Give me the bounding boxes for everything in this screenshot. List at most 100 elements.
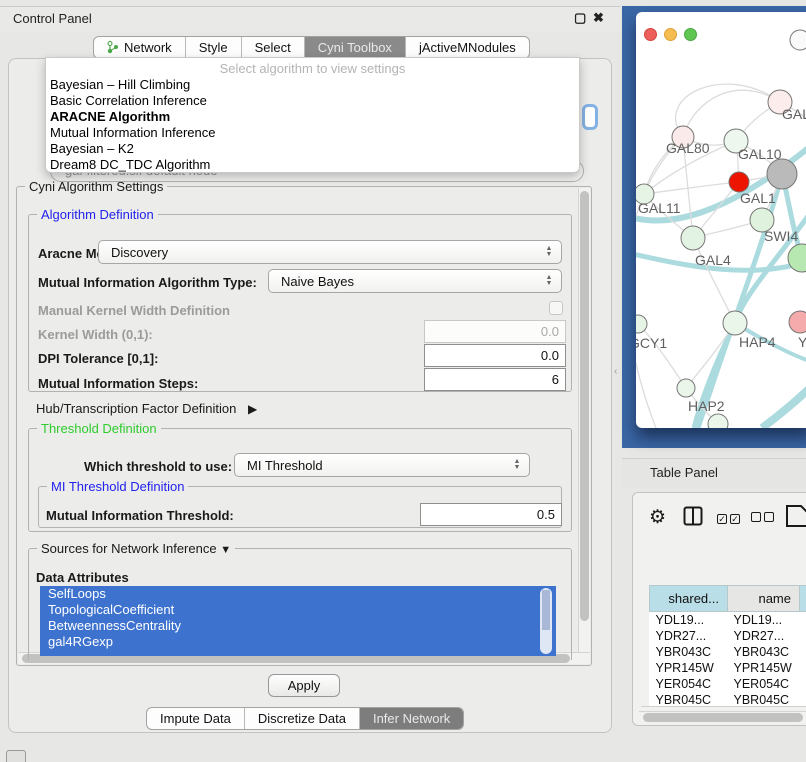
close-icon[interactable]: ✖ bbox=[593, 10, 604, 26]
network-node-label: GCY1 bbox=[636, 335, 667, 351]
table-column-header[interactable]: A bbox=[800, 586, 806, 612]
sources-title-text: Sources for Network Inference bbox=[41, 541, 217, 556]
table-panel-title: Table Panel bbox=[650, 465, 718, 480]
manual-kernel-label: Manual Kernel Width Definition bbox=[38, 303, 230, 318]
window-minimize-traffic-icon[interactable] bbox=[664, 28, 677, 41]
mi-steps-field[interactable]: 6 bbox=[424, 368, 566, 391]
table-cell: YER054C bbox=[728, 676, 800, 692]
tab-label: Discretize Data bbox=[258, 711, 346, 726]
attributes-scrollbar[interactable] bbox=[540, 588, 552, 654]
dpi-tolerance-field[interactable]: 0.0 bbox=[424, 344, 566, 367]
network-node[interactable] bbox=[790, 30, 806, 50]
table-cell: 8. bbox=[800, 676, 806, 692]
tab-discretize-data[interactable]: Discretize Data bbox=[244, 708, 359, 729]
manual-kernel-checkbox[interactable] bbox=[549, 301, 563, 315]
table-row[interactable]: YBR043CYBR043C bbox=[650, 644, 806, 660]
algorithm-option[interactable]: Dream8 DC_TDC Algorithm bbox=[46, 157, 579, 173]
table-row[interactable]: YPR145WYPR145W9. bbox=[650, 660, 806, 676]
focused-combo-fragment bbox=[582, 104, 598, 130]
tab-select[interactable]: Select bbox=[241, 37, 304, 58]
tab-style[interactable]: Style bbox=[185, 37, 241, 58]
table-row[interactable]: YDL19...YDL19...13 bbox=[650, 612, 806, 628]
hub-definition-label: Hub/Transcription Factor Definition bbox=[36, 401, 236, 416]
dpi-tolerance-label: DPI Tolerance [0,1]: bbox=[38, 351, 158, 366]
window-close-traffic-icon[interactable] bbox=[644, 28, 657, 41]
table-cell: 13 bbox=[800, 612, 806, 628]
algorithm-option[interactable]: ARACNE Algorithm bbox=[46, 109, 579, 125]
table-row[interactable]: YBR045CYBR045C9. bbox=[650, 692, 806, 708]
tab-impute-data[interactable]: Impute Data bbox=[147, 708, 244, 729]
mi-threshold-field[interactable]: 0.5 bbox=[420, 503, 562, 526]
select-all-checkboxes-icon[interactable]: ✓✓ bbox=[717, 510, 740, 525]
mi-type-combobox[interactable]: Naive Bayes ▲▼ bbox=[268, 269, 562, 293]
algorithm-option[interactable]: Basic Correlation Inference bbox=[46, 93, 579, 109]
network-node[interactable] bbox=[677, 379, 695, 397]
tab-label: Style bbox=[199, 40, 228, 55]
table-horizontal-scrollbar[interactable] bbox=[639, 711, 806, 723]
hub-definition-expander[interactable]: Hub/Transcription Factor Definition ▶ bbox=[36, 401, 257, 416]
network-node[interactable] bbox=[681, 226, 705, 250]
table-cell: 12 bbox=[800, 628, 806, 644]
network-node-label: GAL80 bbox=[666, 140, 710, 156]
minimized-panel-icon[interactable] bbox=[6, 750, 26, 762]
gear-icon[interactable]: ⚙ bbox=[649, 506, 666, 529]
algorithm-option[interactable]: Mutual Information Inference bbox=[46, 125, 579, 141]
control-panel-titlebar bbox=[0, 6, 620, 32]
control-panel-tabs: Network Style Select Cyni Toolbox jActiv… bbox=[93, 36, 530, 59]
data-attribute-item[interactable]: gal4RGexp bbox=[40, 634, 556, 650]
network-node-label: HAP2 bbox=[688, 398, 725, 414]
tab-jactivemnodules[interactable]: jActiveMNodules bbox=[405, 37, 529, 58]
split-columns-icon[interactable] bbox=[683, 506, 703, 526]
table-column-header[interactable]: name bbox=[728, 586, 800, 612]
kernel-width-field[interactable]: 0.0 bbox=[424, 320, 566, 343]
network-node[interactable] bbox=[729, 172, 749, 192]
data-attributes-label: Data Attributes bbox=[36, 570, 129, 585]
network-node-label: GAL11 bbox=[638, 200, 681, 216]
table-cell: YBR045C bbox=[650, 692, 728, 708]
network-node-label: Y bbox=[798, 334, 806, 350]
network-node-label: GAL10 bbox=[738, 146, 782, 162]
apply-button[interactable]: Apply bbox=[268, 674, 340, 697]
node-table[interactable]: shared...nameA YDL19...YDL19...13YDR27..… bbox=[641, 539, 806, 707]
new-table-icon[interactable] bbox=[785, 504, 806, 528]
algorithm-option[interactable]: Bayesian – K2 bbox=[46, 141, 579, 157]
network-edge bbox=[762, 380, 806, 428]
tab-label: Network bbox=[124, 40, 172, 55]
data-attribute-item[interactable]: TopologicalCoefficient bbox=[40, 602, 556, 618]
network-edge bbox=[638, 324, 686, 388]
which-threshold-combobox[interactable]: MI Threshold ▲▼ bbox=[234, 453, 530, 477]
table-cell bbox=[800, 644, 806, 660]
tab-label: Cyni Toolbox bbox=[318, 40, 392, 55]
table-row[interactable]: YER054CYER054C8. bbox=[650, 676, 806, 692]
table-cell: YDL19... bbox=[728, 612, 800, 628]
window-zoom-traffic-icon[interactable] bbox=[684, 28, 697, 41]
panel-splitter-handle[interactable]: ‹ bbox=[614, 366, 617, 377]
table-column-header[interactable]: shared... bbox=[650, 586, 728, 612]
threshold-definition-title: Threshold Definition bbox=[37, 421, 161, 436]
tab-network[interactable]: Network bbox=[94, 37, 185, 58]
algorithm-placeholder: Select algorithm to view settings bbox=[46, 58, 579, 77]
network-window[interactable]: GALGAL80GAL10GAL11GAL1GAL4SWI4GCY1HAP4YH… bbox=[636, 12, 806, 428]
sources-group-title[interactable]: Sources for Network Inference ▼ bbox=[37, 541, 235, 556]
float-window-icon[interactable]: ▢ bbox=[574, 10, 586, 26]
tab-label: jActiveMNodules bbox=[419, 40, 516, 55]
network-node[interactable] bbox=[789, 311, 806, 333]
tab-cyni-toolbox[interactable]: Cyni Toolbox bbox=[304, 37, 405, 58]
settings-vertical-scrollbar[interactable] bbox=[578, 188, 590, 652]
network-node[interactable] bbox=[636, 315, 647, 333]
data-attribute-item[interactable]: BetweennessCentrality bbox=[40, 618, 556, 634]
stepper-icon: ▲▼ bbox=[541, 246, 561, 258]
aracne-mode-combobox[interactable]: Discovery ▲▼ bbox=[98, 240, 562, 264]
algorithm-option[interactable]: Bayesian – Hill Climbing bbox=[46, 77, 579, 93]
mi-type-value: Naive Bayes bbox=[281, 274, 354, 289]
tab-infer-network[interactable]: Infer Network bbox=[359, 708, 463, 729]
deselect-all-checkboxes-icon[interactable] bbox=[751, 510, 774, 525]
table-header-row[interactable]: shared...nameA bbox=[650, 586, 806, 612]
network-node[interactable] bbox=[767, 159, 797, 189]
tab-label: Infer Network bbox=[373, 711, 450, 726]
network-node[interactable] bbox=[723, 311, 747, 335]
data-attribute-item[interactable]: SelfLoops bbox=[40, 586, 556, 602]
network-canvas[interactable]: GALGAL80GAL10GAL11GAL1GAL4SWI4GCY1HAP4YH… bbox=[636, 12, 806, 428]
table-body[interactable]: YDL19...YDL19...13YDR27...YDR27...12YBR0… bbox=[650, 612, 806, 708]
table-row[interactable]: YDR27...YDR27...12 bbox=[650, 628, 806, 644]
